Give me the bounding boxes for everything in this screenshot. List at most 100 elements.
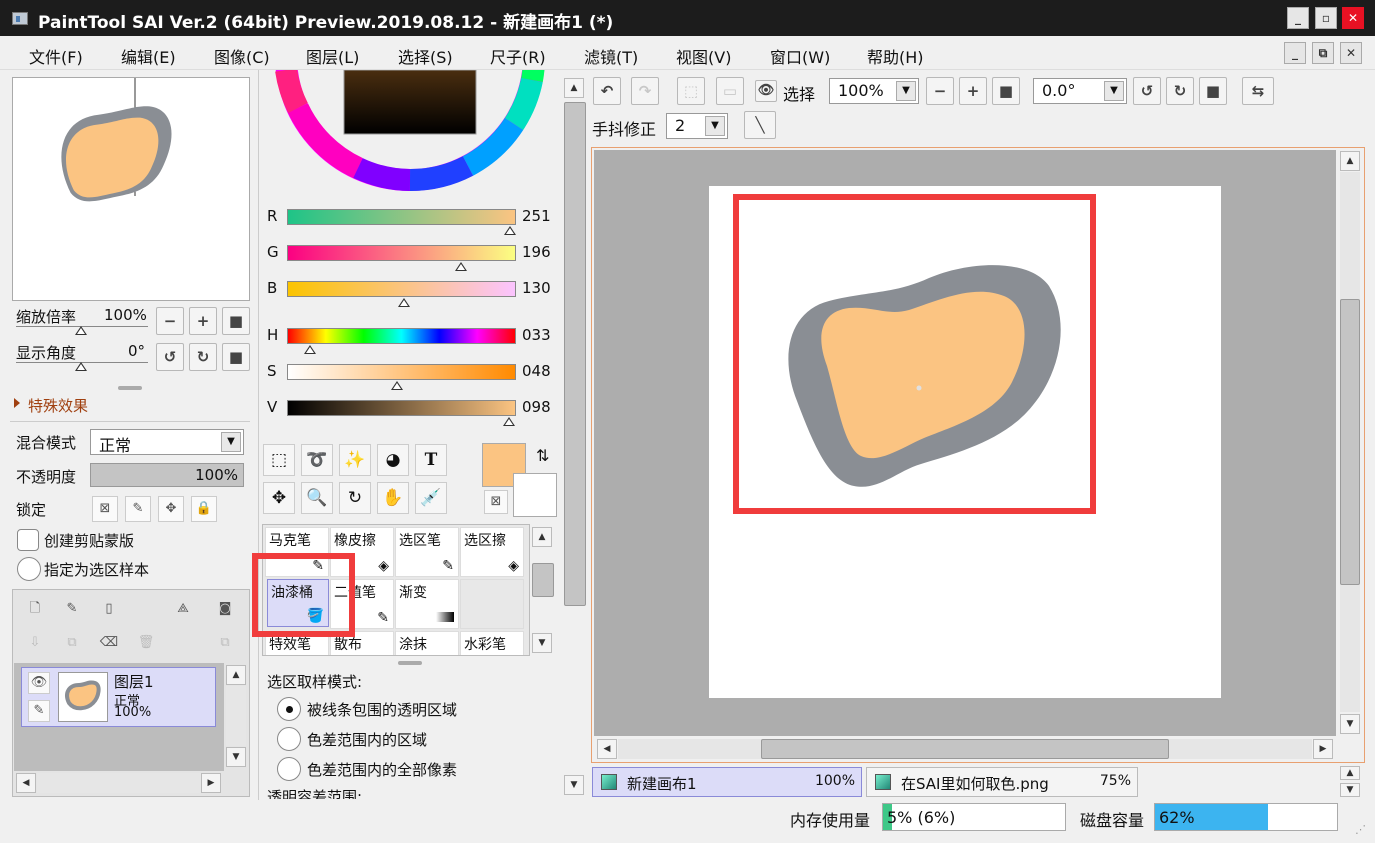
new-linework-layer-icon[interactable]: ✎	[59, 597, 85, 623]
eyedropper-tool[interactable]: 💉	[415, 482, 447, 514]
line-tool-button[interactable]: ╲	[744, 111, 776, 139]
delete-layer-icon[interactable]: 🗑	[133, 631, 159, 657]
s-slider[interactable]	[287, 364, 516, 380]
v-slider-thumb[interactable]	[503, 417, 515, 426]
rotate-tool[interactable]: ↻	[339, 482, 371, 514]
r-slider-thumb[interactable]	[504, 226, 516, 235]
canvas-angle-select[interactable]: 0.0° ▼	[1033, 78, 1127, 104]
tab-color-picking-png[interactable]: 在SAI里如何取色.png 75%	[866, 767, 1138, 797]
clear-layer-icon[interactable]: ⌫	[96, 631, 122, 657]
move-tool[interactable]: ✥	[263, 482, 295, 514]
copy-layer-icon[interactable]: ⧉	[59, 631, 85, 657]
canvas-zoom-out-button[interactable]: −	[926, 77, 954, 105]
selection-sample-checkbox[interactable]	[17, 557, 41, 581]
brush-watercolor[interactable]: 水彩笔	[460, 631, 524, 655]
menu-view[interactable]: 视图(V)	[676, 44, 731, 68]
tab-canvas1[interactable]: 新建画布1 100%	[592, 767, 862, 797]
brush-smudge[interactable]: 涂抹	[395, 631, 459, 655]
canvas-zoom-select[interactable]: 100% ▼	[829, 78, 919, 104]
tabs-scroll-down[interactable]: ▼	[1340, 783, 1360, 797]
menu-window[interactable]: 窗口(W)	[770, 44, 830, 68]
brush-scroll-thumb[interactable]	[532, 563, 554, 597]
doc-minimize-button[interactable]: _	[1284, 42, 1306, 64]
canvas-vscroll-thumb[interactable]	[1340, 299, 1360, 585]
lock-move-icon[interactable]: ✥	[158, 496, 184, 522]
canvas-scroll-left[interactable]: ◀	[597, 739, 617, 759]
lock-transparency-icon[interactable]: ⊠	[92, 496, 118, 522]
canvas-scroll-right[interactable]: ▶	[1313, 739, 1333, 759]
layer-hscrollbar[interactable]	[37, 773, 201, 793]
color-wheel[interactable]	[258, 70, 562, 196]
pencil-icon[interactable]: ✎	[28, 700, 50, 722]
middle-scroll-up[interactable]: ▲	[564, 78, 584, 98]
layer-mask-icon[interactable]: ◙	[212, 597, 238, 623]
brush-select-eraser[interactable]: 选区擦 ◈	[460, 527, 524, 577]
s-slider-thumb[interactable]	[391, 381, 403, 390]
close-button[interactable]: ✕	[1342, 7, 1364, 29]
middle-scroll-thumb[interactable]	[564, 102, 586, 606]
menu-ruler[interactable]: 尺子(R)	[490, 44, 546, 68]
undo-button[interactable]: ↶	[593, 77, 621, 105]
canvas-rotate-reset-button[interactable]: ■	[1199, 77, 1227, 105]
magic-wand-tool[interactable]: ✨	[339, 444, 371, 476]
canvas-scroll-down[interactable]: ▼	[1340, 714, 1360, 734]
hand-tool[interactable]: ✋	[377, 482, 409, 514]
menu-select[interactable]: 选择(S)	[398, 44, 453, 68]
g-slider[interactable]	[287, 245, 516, 261]
middle-scroll-down[interactable]: ▼	[564, 775, 584, 795]
lock-all-icon[interactable]: 🔒	[191, 496, 217, 522]
menu-layer[interactable]: 图层(L)	[306, 44, 359, 68]
eye-icon[interactable]: 👁	[755, 80, 777, 102]
panel-splitter[interactable]	[118, 386, 142, 390]
clip-mask-checkbox[interactable]	[17, 529, 39, 551]
rotate-reset-button[interactable]: ■	[222, 343, 250, 371]
effects-label[interactable]: 特殊效果	[28, 395, 88, 416]
rect-select-tool[interactable]: ⬚	[263, 444, 295, 476]
deselect-button[interactable]: ⬚	[677, 77, 705, 105]
zoom-reset-button[interactable]: ■	[222, 307, 250, 335]
layer-row[interactable]: 👁 ✎ 图层1 正常 100%	[21, 667, 216, 727]
zoom-slider-thumb[interactable]	[75, 326, 87, 335]
maximize-button[interactable]: ▫	[1315, 7, 1337, 29]
menu-help[interactable]: 帮助(H)	[867, 44, 924, 68]
layer-scroll-up[interactable]: ▲	[226, 665, 246, 685]
g-slider-thumb[interactable]	[455, 262, 467, 271]
new-layer-icon[interactable]: 🗋	[22, 597, 48, 623]
swap-colors-icon[interactable]: ⇅	[536, 446, 549, 465]
layer-scroll-right[interactable]: ▶	[201, 773, 221, 793]
fill-mode-radio-0[interactable]	[277, 697, 301, 721]
layer-scrollbar[interactable]	[226, 686, 246, 746]
brush-gradient[interactable]: 渐变	[395, 579, 459, 629]
blend-mode-select[interactable]: 正常 ▼	[90, 429, 244, 455]
resize-grip-icon[interactable]: ⋰	[1355, 823, 1369, 837]
lasso-tool[interactable]: ➰	[301, 444, 333, 476]
fill-mode-radio-1[interactable]	[277, 727, 301, 751]
shape-tool[interactable]: ◕	[377, 444, 409, 476]
menu-filter[interactable]: 滤镜(T)	[584, 44, 638, 68]
zoom-in-button[interactable]: +	[189, 307, 217, 335]
secondary-color-swatch[interactable]	[513, 473, 557, 517]
text-tool[interactable]: T	[415, 444, 447, 476]
brush-scroll-up[interactable]: ▲	[532, 527, 552, 547]
doc-restore-button[interactable]: ⧉	[1312, 42, 1334, 64]
canvas-hscroll-thumb[interactable]	[761, 739, 1169, 759]
tabs-scroll-up[interactable]: ▲	[1340, 766, 1360, 780]
brush-scroll-down[interactable]: ▼	[532, 633, 552, 653]
canvas-zoom-reset-button[interactable]: ■	[992, 77, 1020, 105]
zoom-out-button[interactable]: −	[156, 307, 184, 335]
eye-icon[interactable]: 👁	[28, 672, 50, 694]
minimize-button[interactable]: _	[1287, 7, 1309, 29]
lock-paint-icon[interactable]: ✎	[125, 496, 151, 522]
effects-expand-icon[interactable]	[14, 398, 20, 408]
doc-close-button[interactable]: ✕	[1340, 42, 1362, 64]
h-slider-thumb[interactable]	[304, 345, 316, 354]
flip-horizontal-button[interactable]: ⇆	[1242, 77, 1274, 105]
canvas-scroll-up[interactable]: ▲	[1340, 151, 1360, 171]
menu-file[interactable]: 文件(F)	[29, 44, 83, 68]
redo-button[interactable]: ↷	[631, 77, 659, 105]
opacity-slider[interactable]: 100%	[90, 463, 244, 487]
stabilizer-select[interactable]: 2 ▼	[666, 113, 728, 139]
layer-scroll-down[interactable]: ▼	[226, 747, 246, 767]
invert-select-button[interactable]: ▭	[716, 77, 744, 105]
angle-slider-thumb[interactable]	[75, 362, 87, 371]
